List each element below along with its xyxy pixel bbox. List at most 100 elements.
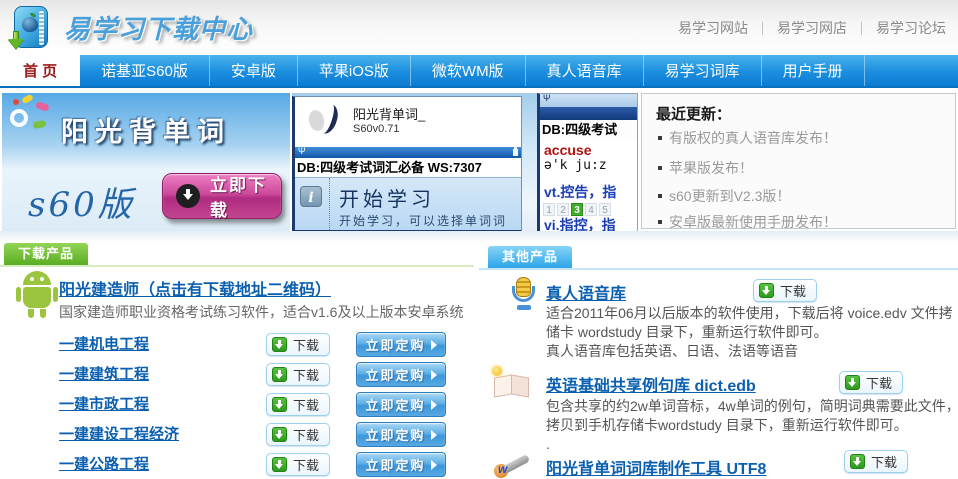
main-nav: 首 页 诺基亚S60版 安卓版 苹果iOS版 微软WM版 真人语音库 易学习词库…	[0, 55, 958, 88]
menu-item-label: 开始学习	[339, 183, 435, 212]
product-link-dict-tool[interactable]: 阳光背单词词库制作工具 UTF8	[546, 455, 766, 479]
update-item[interactable]: 苹果版发布！	[658, 158, 753, 178]
download-button[interactable]: 下载	[266, 333, 330, 356]
order-label: 立即定购	[365, 395, 425, 414]
banner-download-button[interactable]: 立即下载	[162, 173, 282, 219]
chevron-right-icon	[431, 400, 437, 410]
nav-tab-ios[interactable]: 苹果iOS版	[298, 55, 411, 86]
download-arrow-icon	[272, 337, 287, 352]
download-label: 下载	[293, 455, 319, 474]
order-now-button[interactable]: 立即定购	[356, 332, 446, 357]
app-version: S60v0.71	[353, 123, 425, 137]
download-label: 下载	[871, 452, 897, 471]
update-text: 有版权的真人语音库发布！	[669, 128, 837, 148]
recent-updates-panel: 最近更新： 有版权的真人语音库发布！ 苹果版发布！ s60更新到V2.3版！ 安…	[641, 93, 956, 229]
link-website[interactable]: 易学习网站	[678, 18, 748, 38]
site-logo[interactable]: 易学习下载中心	[8, 4, 253, 51]
top-links: 易学习网站 易学习网店 易学习论坛	[678, 18, 946, 38]
nav-tab-dict-lib[interactable]: 易学习词库	[644, 55, 762, 86]
word-meaning-vi: vi.指控，指	[544, 215, 637, 232]
word-meaning-vt: vt.控告，指	[544, 182, 637, 202]
download-button[interactable]: 下载	[266, 423, 330, 446]
row-link-highway[interactable]: 一建公路工程	[59, 453, 149, 474]
row-link-mechanical[interactable]: 一建机电工程	[59, 333, 149, 354]
row-link-municipal[interactable]: 一建市政工程	[59, 393, 149, 414]
status-bar	[295, 147, 521, 158]
update-item[interactable]: s60更新到V2.3版！	[658, 186, 790, 206]
nav-tab-wm[interactable]: 微软WM版	[411, 55, 526, 86]
nav-tab-nokia-s60[interactable]: 诺基亚S60版	[80, 55, 210, 86]
product-desc-line: 拷贝到手机存储卡wordstudy 目录下，重新运行软件即可。	[546, 415, 908, 435]
product-link-sentence-lib[interactable]: 英语基础共享例句库 dict.edb	[546, 372, 756, 396]
order-label: 立即定购	[365, 365, 425, 384]
product-desc-line: 包含共享的约2w单词音标，4w单词的例句，简明词典需要此文件，下	[546, 396, 958, 416]
antenna-icon	[298, 146, 306, 157]
banner-download-label: 立即下载	[210, 171, 281, 221]
row-link-economy[interactable]: 一建建设工程经济	[59, 423, 179, 444]
bullet-icon	[658, 220, 662, 224]
download-arrow-icon	[272, 427, 287, 442]
divider	[479, 268, 958, 270]
page-header: 易学习下载中心 易学习网站 易学习网店 易学习论坛	[0, 0, 958, 55]
word-phonetic: ə'k ju:z	[544, 158, 637, 173]
db-bar: DB:四级考试	[540, 120, 637, 140]
divider	[0, 231, 958, 242]
updates-title: 最近更新：	[656, 103, 731, 124]
order-now-button[interactable]: 立即定购	[356, 422, 446, 447]
download-button[interactable]: 下载	[753, 279, 817, 302]
download-label: 下载	[293, 395, 319, 414]
battery-icon	[513, 149, 518, 156]
update-text: 安卓版最新使用手册发布！	[669, 212, 837, 232]
product-link-voice-lib[interactable]: 真人语音库	[546, 280, 626, 304]
row-link-architecture[interactable]: 一建建筑工程	[59, 363, 149, 384]
download-arrow-icon	[272, 397, 287, 412]
banner-title: 阳光背单词	[2, 110, 290, 149]
product-desc-line: .	[546, 436, 550, 452]
divider	[861, 22, 862, 35]
app-logo-icon	[305, 102, 345, 142]
download-arrow-icon	[759, 283, 774, 298]
download-label: 下载	[293, 425, 319, 444]
link-store[interactable]: 易学习网店	[777, 18, 847, 38]
order-label: 立即定购	[365, 335, 425, 354]
download-arrow-icon	[845, 375, 860, 390]
bullet-icon	[658, 166, 662, 170]
download-button[interactable]: 下载	[844, 450, 908, 473]
download-button[interactable]: 下载	[266, 393, 330, 416]
update-item[interactable]: 安卓版最新使用手册发布！	[658, 212, 837, 232]
order-now-button[interactable]: 立即定购	[356, 362, 446, 387]
section-header-downloads: 下载产品	[4, 243, 88, 265]
link-forum[interactable]: 易学习论坛	[876, 18, 946, 38]
product-link-builder[interactable]: 阳光建造师（点击有下载地址二维码）	[59, 276, 331, 300]
order-now-button[interactable]: 立即定购	[356, 452, 446, 477]
order-now-button[interactable]: 立即定购	[356, 392, 446, 417]
app-name: 阳光背单词_	[353, 107, 425, 123]
download-circle-icon	[176, 184, 200, 208]
chevron-right-icon	[431, 370, 437, 380]
nav-tab-voice-lib[interactable]: 真人语音库	[526, 55, 644, 86]
download-label: 下载	[293, 365, 319, 384]
divider	[329, 178, 330, 230]
phone-screenshot-2: DB:四级考试 accuse ə'k ju:z vt.控告，指 1 2 3 4 …	[537, 93, 638, 232]
download-label: 下载	[293, 335, 319, 354]
order-label: 立即定购	[365, 425, 425, 444]
download-button[interactable]: 下载	[839, 371, 903, 394]
update-text: s60更新到V2.3版！	[669, 186, 790, 206]
microphone-icon	[506, 277, 542, 311]
title-bar	[540, 107, 637, 120]
update-item[interactable]: 有版权的真人语音库发布！	[658, 128, 837, 148]
download-button[interactable]: 下载	[266, 453, 330, 476]
download-arrow-icon	[8, 31, 24, 51]
download-label: 下载	[866, 373, 892, 392]
update-text: 苹果版发布！	[669, 158, 753, 178]
word-entry: accuse	[544, 143, 637, 158]
divider	[762, 22, 763, 35]
chevron-right-icon	[431, 460, 437, 470]
nav-tab-home[interactable]: 首 页	[0, 55, 80, 86]
nav-tab-android[interactable]: 安卓版	[210, 55, 298, 86]
download-arrow-icon	[272, 367, 287, 382]
download-arrow-icon	[272, 457, 287, 472]
nav-tab-manual[interactable]: 用户手册	[762, 55, 865, 86]
download-button[interactable]: 下载	[266, 363, 330, 386]
section-header-others: 其他产品	[488, 246, 572, 268]
